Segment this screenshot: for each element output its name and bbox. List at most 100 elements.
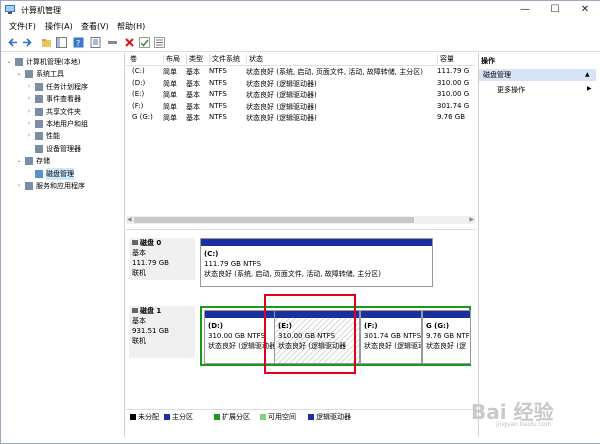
tree-item[interactable]: ⌄ 系统工具 — [5, 68, 123, 80]
expand-arrow-icon[interactable]: › — [25, 93, 33, 105]
disk-1-label[interactable]: 磁盘 1 基本 931.51 GB 联机 — [129, 306, 195, 358]
disk-1-size: 931.51 GB — [132, 327, 169, 335]
maximize-button[interactable]: ☐ — [540, 1, 570, 19]
clock-icon — [35, 82, 43, 91]
partition-c[interactable]: (C:) 111.79 GB NTFS 状态良好 (系统, 启动, 页面文件, … — [200, 238, 433, 287]
partition-status: 状态良好 (逻 — [426, 342, 466, 350]
legend-label: 主分区 — [172, 413, 193, 421]
partition-size: 301.74 GB NTFS — [364, 332, 422, 340]
forward-icon[interactable] — [21, 37, 32, 48]
legend-item: 主分区 — [164, 412, 193, 422]
col-type[interactable]: 类型 — [186, 54, 211, 64]
expand-arrow-icon[interactable]: › — [25, 130, 33, 142]
expand-arrow-icon[interactable]: › — [25, 118, 33, 130]
list-view-icon[interactable] — [154, 37, 165, 48]
table-row[interactable]: (F:) 简单 基本 NTFS 状态良好 (逻辑驱动器) 301.74 G — [126, 102, 475, 113]
tree-item[interactable]: › 服务和应用程序 — [5, 180, 123, 192]
disk-icon — [132, 240, 138, 245]
tree-item-label: 共享文件夹 — [46, 107, 81, 116]
services-icon — [25, 182, 33, 190]
menu-file[interactable]: 文件(F) — [9, 21, 36, 32]
tree-item-label: 任务计划程序 — [46, 82, 88, 91]
table-cell: (E:) — [132, 90, 145, 98]
partition-status: 状态良好 (逻辑驱动器 — [364, 342, 421, 350]
col-capacity[interactable]: 容量 — [437, 54, 476, 64]
legend-item: 逻辑驱动器 — [308, 412, 351, 422]
delete-icon[interactable] — [124, 37, 135, 48]
disk-0-label[interactable]: 磁盘 0 基本 111.79 GB 联机 — [129, 238, 195, 280]
disk-icon — [35, 169, 43, 178]
table-row[interactable]: (C:) 简单 基本 NTFS 状态良好 (系统, 启动, 页面文件, 活动, 故障转储… — [126, 67, 475, 78]
tree-item[interactable]: › 本地用户和组 — [5, 118, 123, 130]
minimize-button[interactable]: — — [510, 1, 540, 19]
tree-item[interactable]: › 性能 — [5, 130, 123, 142]
table-cell: 基本 — [186, 68, 200, 76]
table-cell: 简单 — [163, 91, 177, 99]
menu-help[interactable]: 帮助(H) — [117, 21, 145, 32]
tree-item[interactable]: › 共享文件夹 — [5, 106, 123, 118]
col-filesystem[interactable]: 文件系统 — [209, 54, 248, 64]
expand-arrow-icon[interactable]: ⌄ — [15, 68, 23, 80]
logical-drive-bar — [423, 311, 470, 318]
menu-action[interactable]: 操作(A) — [45, 21, 73, 32]
tree-item-label: 本地用户和组 — [46, 120, 88, 128]
tree-item-label: 磁盘管理 — [46, 167, 74, 180]
expand-arrow-icon[interactable]: ⌄ — [15, 155, 23, 167]
back-icon[interactable] — [8, 37, 19, 48]
expand-arrow-icon[interactable]: › — [25, 81, 33, 93]
scroll-left-icon[interactable]: ◀ — [127, 216, 132, 223]
connect-icon[interactable] — [107, 37, 118, 48]
table-row[interactable]: (E:) 简单 基本 NTFS 状态良好 (逻辑驱动器) 310.00 G — [126, 90, 475, 101]
scroll-right-icon[interactable]: ▶ — [469, 216, 474, 223]
performance-icon — [35, 132, 43, 141]
computer-icon — [15, 58, 23, 66]
table-cell: 状态良好 (逻辑驱动器) — [246, 114, 317, 122]
logical-drive-bar — [361, 311, 421, 318]
table-cell: (F:) — [132, 101, 144, 110]
menu-bar: 文件(F) 操作(A) 查看(V) 帮助(H) — [1, 19, 600, 33]
table-cell: 基本 — [186, 114, 200, 122]
expand-arrow-icon[interactable]: › — [15, 180, 23, 192]
svg-text:?: ? — [76, 39, 80, 48]
scroll-thumb[interactable] — [134, 217, 414, 223]
partition-g[interactable]: G (G:) 9.76 GB NTF 状态良好 (逻 — [422, 310, 471, 364]
tree-item[interactable]: 磁盘管理 — [5, 167, 123, 180]
disk-0-status: 联机 — [132, 269, 146, 277]
check-icon[interactable] — [139, 37, 150, 48]
col-layout[interactable]: 布局 — [163, 54, 188, 64]
help-icon[interactable]: ? — [73, 37, 84, 48]
tree-item[interactable]: ⌄ 计算机管理(本地) — [5, 56, 123, 68]
expand-arrow-icon[interactable]: › — [25, 106, 33, 118]
col-status[interactable]: 状态 — [246, 54, 439, 64]
properties-icon[interactable] — [90, 37, 101, 48]
storage-icon — [25, 157, 33, 166]
tree-item[interactable]: 设备管理器 — [5, 143, 123, 155]
disk-1-type: 基本 — [132, 317, 146, 325]
tree-item[interactable]: › 事件查看器 — [5, 93, 123, 105]
expand-arrow-icon[interactable]: ⌄ — [5, 56, 13, 68]
tree-item[interactable]: › 任务计划程序 — [5, 81, 123, 93]
partition-f[interactable]: (F:) 301.74 GB NTFS 状态良好 (逻辑驱动器 — [360, 310, 422, 364]
legend-label: 未分配 — [138, 413, 159, 421]
legend-swatch — [214, 414, 220, 420]
disk-0-name: 磁盘 0 — [140, 239, 162, 247]
col-volume[interactable]: 卷 — [128, 54, 164, 64]
tree-item[interactable]: ⌄ 存储 — [5, 155, 123, 167]
more-actions[interactable]: 更多操作 — [497, 85, 525, 95]
table-cell: 301.74 G — [437, 101, 470, 110]
tree-item-label: 性能 — [46, 132, 60, 141]
menu-view[interactable]: 查看(V) — [81, 21, 109, 32]
collapse-icon[interactable]: ▲ — [585, 69, 590, 81]
tree-item-label: 设备管理器 — [46, 144, 81, 153]
up-folder-icon[interactable] — [41, 37, 52, 48]
actions-section-disk-management[interactable]: 磁盘管理 ▲ — [479, 69, 596, 81]
partition-name: (C:) — [204, 250, 219, 258]
tools-icon — [25, 70, 33, 79]
table-cell: NTFS — [209, 90, 227, 98]
table-row[interactable]: (D:) 简单 基本 NTFS 状态良好 (逻辑驱动器) 310.00 G — [126, 79, 475, 90]
horizontal-scrollbar[interactable]: ◀ ▶ — [126, 216, 475, 224]
close-button[interactable]: ✕ — [570, 1, 600, 19]
tree-item-label: 事件查看器 — [46, 95, 81, 104]
show-hide-tree-icon[interactable] — [56, 37, 67, 48]
table-row[interactable]: G (G:) 简单 基本 NTFS 状态良好 (逻辑驱动器) 9.76 GB — [126, 113, 475, 124]
